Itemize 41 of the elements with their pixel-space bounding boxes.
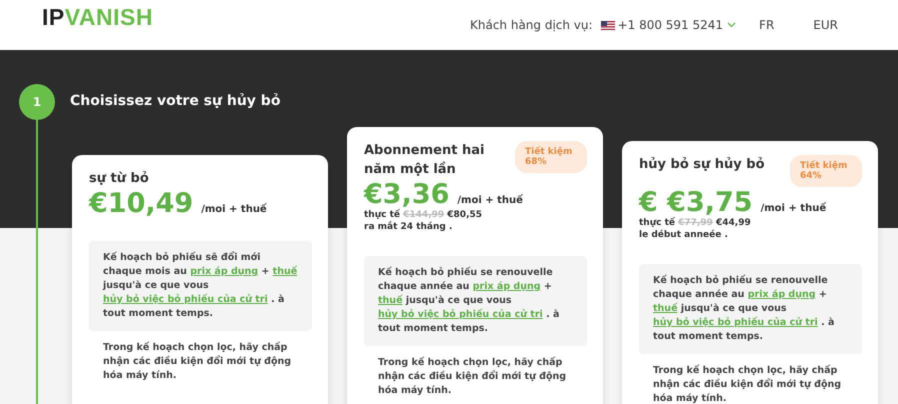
step-title: Choisissez votre sự hủy bỏ [70, 93, 282, 109]
terms-link[interactable]: prix áp dụng [748, 289, 816, 300]
plan-note: Trong kế hoạch chọn lọc, hãy chấp nhận các điều kiện đổi mới tự động hóa máy tính. [377, 356, 568, 398]
renewal-text: Kế hoạch bỏ phiếu se renouvelle chaque année au prix áp dụng + thuế jusqu'à ce que vous hủy bỏ việc bỏ phiếu của cử tri . à tout moment temps. [639, 264, 862, 354]
plan-name: sự từ bỏ [89, 170, 149, 188]
plan-term: ra mắt 24 tháng . [364, 222, 454, 232]
terms-link[interactable]: thuế [653, 303, 678, 314]
currency-selector[interactable]: EUR [813, 18, 838, 32]
plan-note: Trong kế hoạch chọn lọc, hãy chấp nhận các điều kiện đổi mới tự động hóa máy tính. [102, 340, 292, 383]
terms-link[interactable]: hủy bỏ việc bỏ phiếu của cử tri [378, 309, 543, 320]
regular-price: thực tế €77,99 €44,99 [639, 218, 752, 228]
plan-card[interactable] [72, 155, 328, 404]
support-label: Khách hàng dịch vụ: [470, 18, 593, 32]
plan-card[interactable] [347, 127, 603, 404]
logo[interactable]: IPVANISH [42, 4, 153, 30]
terms-link[interactable]: prix áp dụng [472, 281, 541, 292]
step-number: 1 [19, 84, 55, 120]
plan-price: €10,49 [89, 188, 194, 219]
plan-name: hủy bỏ sự hủy bỏ [639, 156, 765, 174]
renewal-text: Kế hoạch bỏ phiếu se renouvelle chaque année au prix áp dụng + thuế jusqu'à ce que vous hủy bỏ việc bỏ phiếu của cử tri . à tout moment temps. [364, 256, 587, 346]
plan-name: Abonnement hai năm một lần [364, 142, 486, 179]
plan-note: Trong kế hoạch chọn lọc, hãy chấp nhận các điều kiện đổi mới tự động hóa máy tính. [652, 364, 842, 404]
plan-card[interactable] [622, 141, 878, 404]
phone-number[interactable]: +1 800 591 5241 [618, 18, 724, 32]
terms-link[interactable]: thuế [272, 266, 298, 277]
flag-icon [600, 20, 615, 30]
plan-price: € €3,75 [639, 187, 753, 218]
savings-badge: Tiết kiệm 68% [515, 141, 587, 173]
savings-badge: Tiết kiệm 64% [790, 155, 862, 187]
renewal-text: Kế hoạch bỏ phiếu sẽ đổi mới chaque mois au prix áp dụng + thuế jusqu'à ce que vous hủy bỏ việc bỏ phiếu của cử tri . à tout moment temps. [89, 241, 312, 331]
terms-link[interactable]: hủy bỏ việc bỏ phiếu của cử tri [103, 294, 268, 305]
language-selector[interactable]: FR [759, 18, 774, 32]
terms-link[interactable]: prix áp dụng [190, 266, 258, 277]
regular-price: thực tế €144,99 €80,55 [364, 210, 484, 220]
price-unit: /moi + thuế [457, 195, 523, 206]
price-unit: /moi + thuế [201, 204, 267, 215]
price-unit: /moi + thuế [760, 203, 826, 214]
plan-term: le début anneée . [639, 230, 729, 240]
terms-link[interactable]: hủy bỏ việc bỏ phiếu của cử tri [653, 317, 818, 328]
plan-price: €3,36 [364, 179, 450, 210]
terms-link[interactable]: thuế [378, 295, 403, 306]
